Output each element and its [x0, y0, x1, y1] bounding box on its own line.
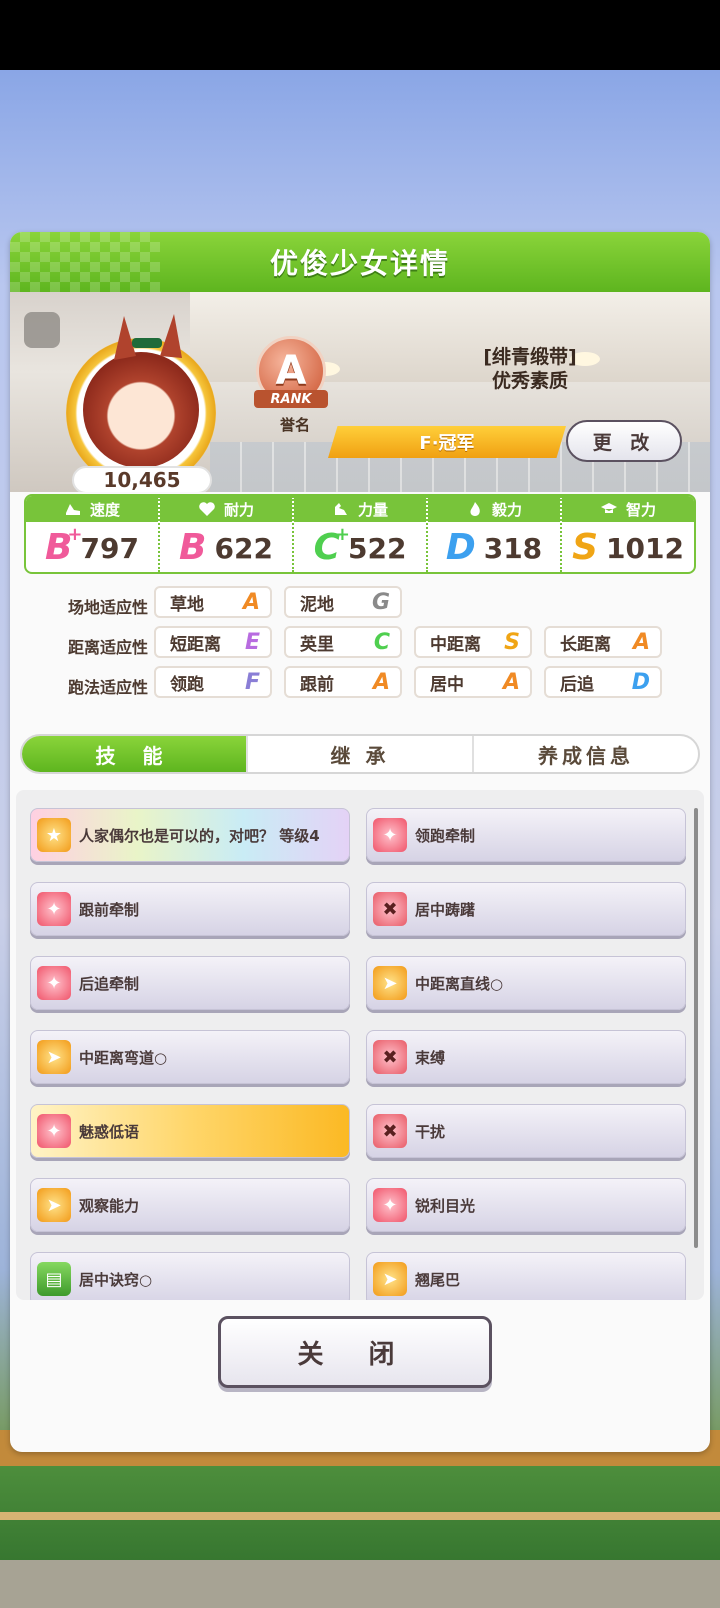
- epithet-banner: F·冠军: [328, 426, 566, 458]
- stat-label: 耐力: [223, 500, 254, 519]
- track-aptitude-label: 场地适应性: [67, 598, 148, 617]
- skill-item[interactable]: ✦ 跟前牵制: [30, 882, 350, 936]
- aptitude-turf: 草地 A: [154, 586, 272, 618]
- tab-inheritance[interactable]: 继 承: [248, 736, 474, 772]
- horse-ears-icon: [114, 314, 182, 360]
- muscle-icon: [334, 503, 347, 515]
- tab-training-info[interactable]: 养成信息: [474, 736, 698, 772]
- flame-icon: [470, 502, 480, 516]
- header-pattern: [10, 232, 160, 292]
- debuff-icon: ✦: [37, 966, 71, 1000]
- character-name: 优秀素质: [491, 370, 568, 392]
- stat-label: 速度: [89, 500, 120, 519]
- stat-label: 毅力: [491, 500, 522, 519]
- stat-value: 797: [80, 531, 139, 565]
- speed-icon: ➤: [37, 1188, 71, 1222]
- skill-item[interactable]: ✖ 居中踌躇: [366, 882, 686, 936]
- debuff-icon: ✦: [37, 1114, 71, 1148]
- detail-tabs: 技 能 继 承 养成信息: [20, 734, 700, 774]
- strategy-aptitude-label: 跑法适应性: [67, 678, 148, 697]
- stat-grade: D: [445, 527, 476, 568]
- aptitude-long: 长距离 A: [544, 626, 662, 658]
- debuff-icon: ✖: [373, 892, 407, 926]
- outfit-name: [绯青缎带]: [483, 346, 577, 368]
- skill-item[interactable]: ➤ 翘尾巴: [366, 1252, 686, 1300]
- stat-grade: B +: [45, 524, 83, 568]
- change-epithet-button[interactable]: 更 改: [566, 420, 682, 462]
- stat-grade: S: [572, 527, 598, 568]
- skill-item[interactable]: ✖ 干扰: [366, 1104, 686, 1158]
- stat-speed: 速度 B +797: [26, 496, 160, 572]
- background-rail: [0, 1512, 720, 1520]
- book-icon: ▤: [37, 1262, 71, 1296]
- stat-grade: C +: [313, 524, 350, 568]
- stat-power: 力量 C +522: [294, 496, 428, 572]
- aptitude-mile: 英里 C: [284, 626, 402, 658]
- skill-item[interactable]: ▤ 居中诀窍○: [30, 1252, 350, 1300]
- debuff-icon: ✦: [373, 818, 407, 852]
- skill-item[interactable]: ✦ 领跑牵制: [366, 808, 686, 862]
- skill-item[interactable]: ✦ 后追牵制: [30, 956, 350, 1010]
- background-floor: [0, 1560, 720, 1608]
- heart-icon: [199, 502, 215, 516]
- aptitude-pace: 跟前 A: [284, 666, 402, 698]
- graduation-cap-icon: [600, 503, 617, 513]
- debuff-icon: ✖: [373, 1040, 407, 1074]
- rating-score: 10,465: [72, 466, 212, 492]
- aptitude-dirt: 泥地 G: [284, 586, 402, 618]
- rank-letter: A: [275, 348, 307, 394]
- dialog-header: 优俊少女详情: [10, 232, 710, 292]
- aptitude-end: 后追 D: [544, 666, 662, 698]
- debuff-icon: ✦: [37, 892, 71, 926]
- umamusume-detail-dialog: 优俊少女详情 10,465 A RANK 誉名 [绯青缎带] 优秀素质 F·冠军…: [10, 232, 710, 1452]
- stat-guts: 毅力 D 318: [428, 496, 562, 572]
- stat-label: 智力: [625, 500, 656, 519]
- honor-label: 誉名: [279, 416, 310, 434]
- stat-value: 622: [214, 531, 273, 565]
- stat-label: 力量: [357, 500, 388, 519]
- skill-item[interactable]: ✖ 束缚: [366, 1030, 686, 1084]
- skill-item[interactable]: ➤ 中距离弯道○: [30, 1030, 350, 1084]
- rank-ribbon: RANK: [254, 390, 328, 408]
- aptitude-medium: 中距离 S: [414, 626, 532, 658]
- aptitude-front: 领跑 F: [154, 666, 272, 698]
- skill-item[interactable]: ✦ 锐利目光: [366, 1178, 686, 1232]
- stat-value: 522: [347, 531, 407, 565]
- carrot-icon[interactable]: [24, 312, 60, 348]
- debuff-icon: ✦: [373, 1188, 407, 1222]
- debuff-icon: ✖: [373, 1114, 407, 1148]
- speed-icon: ➤: [373, 1262, 407, 1296]
- speed-icon: ➤: [37, 1040, 71, 1074]
- tab-skills[interactable]: 技 能: [22, 736, 248, 772]
- aptitude-late: 居中 A: [414, 666, 532, 698]
- status-bar: [0, 0, 720, 70]
- shoe-icon: [65, 504, 80, 515]
- skill-list-scrollbar[interactable]: [694, 808, 698, 1248]
- dialog-title: 优俊少女详情: [269, 247, 450, 280]
- stat-value: 1012: [606, 531, 684, 565]
- stat-wisdom: 智力 S 1012: [562, 496, 694, 572]
- skill-item[interactable]: ✦ 魅惑低语: [30, 1104, 350, 1158]
- avatar[interactable]: [83, 352, 199, 468]
- skill-list[interactable]: ★ 人家偶尔也是可以的，对吧？ 等级4 ✦ 领跑牵制 ✦ 跟前牵制 ✖ 居中踌躇 ✦ 后追…: [16, 790, 704, 1300]
- stat-grade: B: [179, 527, 207, 568]
- skill-item[interactable]: ➤ 中距离直线○: [366, 956, 686, 1010]
- distance-aptitude-label: 距离适应性: [67, 638, 148, 657]
- stats-table: 速度 B +797 耐力 B 622 力量 C +522 毅力 D 318 智力 S 10…: [24, 494, 696, 574]
- close-button[interactable]: 关 闭: [218, 1316, 492, 1388]
- unique-skill-icon: ★: [37, 818, 71, 852]
- character-hero: 10,465 A RANK 誉名 [绯青缎带] 优秀素质 F·冠军 更 改: [10, 292, 710, 492]
- stat-stamina: 耐力 B 622: [160, 496, 294, 572]
- stat-value: 318: [483, 531, 543, 565]
- aptitude-sprint: 短距离 E: [154, 626, 272, 658]
- skill-item[interactable]: ★ 人家偶尔也是可以的，对吧？ 等级4: [30, 808, 350, 862]
- skill-item[interactable]: ➤ 观察能力: [30, 1178, 350, 1232]
- speed-icon: ➤: [373, 966, 407, 1000]
